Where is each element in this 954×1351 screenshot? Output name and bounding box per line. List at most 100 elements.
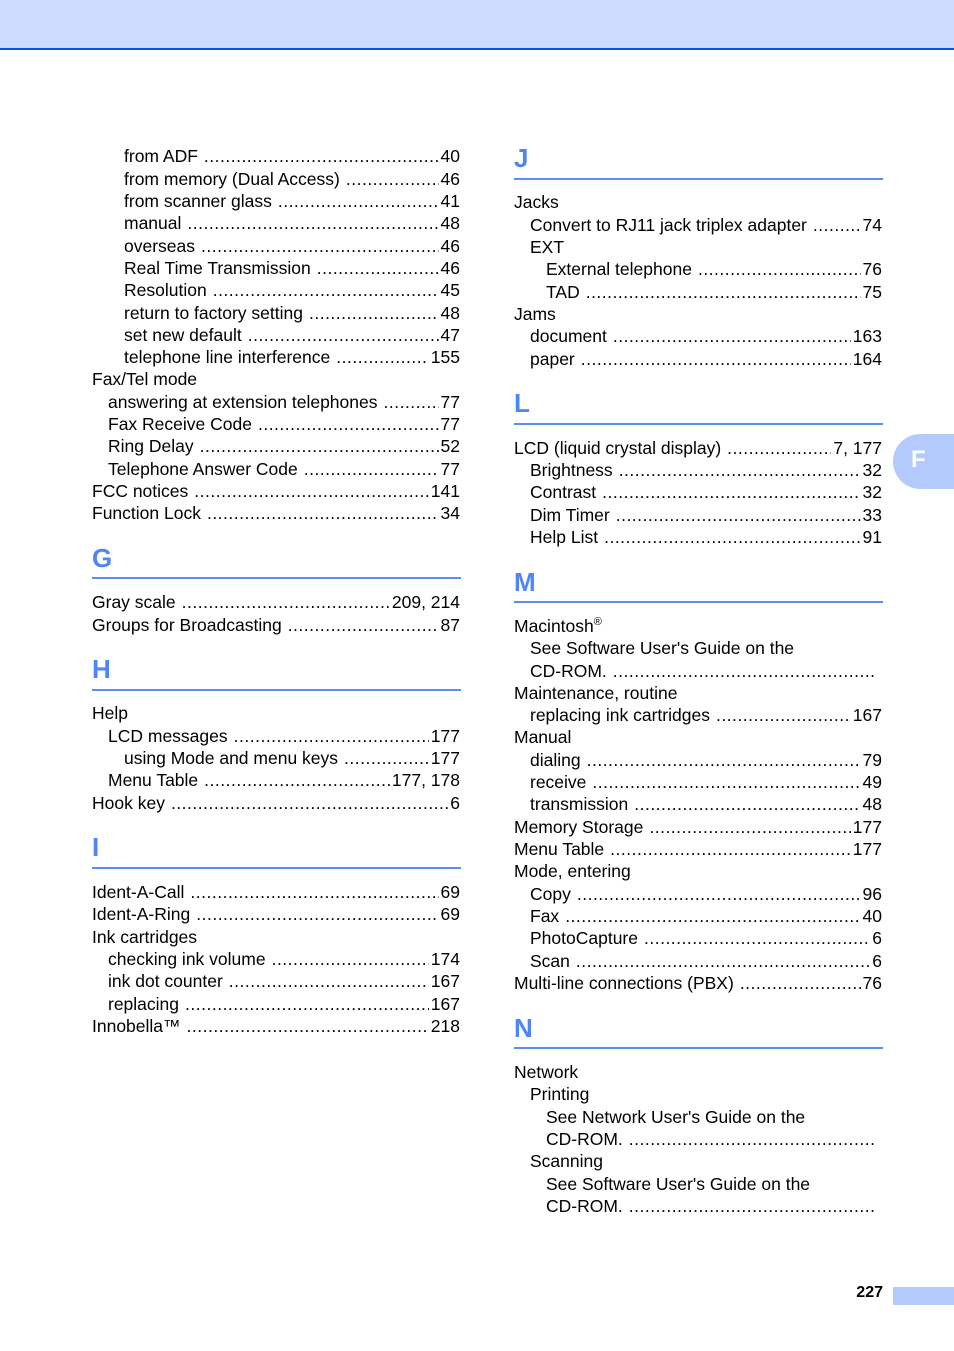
index-entry[interactable]: Ring Delay52 bbox=[92, 435, 460, 457]
index-entry[interactable]: Convert to RJ11 jack triplex adapter74 bbox=[514, 214, 882, 236]
page-ref[interactable]: 77 bbox=[441, 458, 460, 480]
page-ref[interactable]: 167 bbox=[431, 970, 460, 992]
index-entry[interactable]: Menu Table177, 178 bbox=[92, 769, 460, 791]
page-ref[interactable]: 45 bbox=[441, 279, 460, 301]
page-ref[interactable]: 46 bbox=[441, 168, 460, 190]
index-entry[interactable]: manual48 bbox=[92, 212, 460, 234]
page-ref[interactable]: 76 bbox=[863, 258, 882, 280]
index-entry[interactable]: Memory Storage177 bbox=[514, 816, 882, 838]
index-entry[interactable]: Real Time Transmission46 bbox=[92, 257, 460, 279]
index-entry[interactable]: Contrast32 bbox=[514, 481, 882, 503]
page-ref[interactable]: 69 bbox=[441, 903, 460, 925]
index-entry[interactable]: Resolution45 bbox=[92, 279, 460, 301]
index-entry[interactable]: replacing ink cartridges167 bbox=[514, 704, 882, 726]
page-ref[interactable]: 40 bbox=[863, 905, 882, 927]
index-entry[interactable]: Ident-A-Ring69 bbox=[92, 903, 460, 925]
page-ref[interactable]: 87 bbox=[441, 614, 460, 636]
index-entry[interactable]: Ident-A-Call69 bbox=[92, 881, 460, 903]
index-entry[interactable]: from memory (Dual Access)46 bbox=[92, 168, 460, 190]
index-entry[interactable]: FCC notices141 bbox=[92, 480, 460, 502]
index-entry[interactable]: from ADF40 bbox=[92, 145, 460, 167]
page-ref[interactable]: 75 bbox=[863, 281, 882, 303]
page-ref[interactable]: 47 bbox=[441, 324, 460, 346]
page-ref[interactable]: 49 bbox=[863, 771, 882, 793]
page-ref[interactable]: 48 bbox=[441, 212, 460, 234]
index-entry[interactable]: CD-ROM. bbox=[514, 660, 876, 682]
index-entry[interactable]: dialing79 bbox=[514, 749, 882, 771]
page-ref[interactable]: 155 bbox=[431, 346, 460, 368]
page-ref[interactable]: 33 bbox=[863, 504, 882, 526]
page-ref[interactable]: 163 bbox=[853, 325, 882, 347]
page-ref[interactable]: 46 bbox=[441, 257, 460, 279]
index-entry[interactable]: Groups for Broadcasting87 bbox=[92, 614, 460, 636]
index-entry[interactable]: Help List91 bbox=[514, 526, 882, 548]
index-entry[interactable]: CD-ROM. bbox=[514, 1128, 876, 1150]
index-entry[interactable]: Brightness32 bbox=[514, 459, 882, 481]
index-entry[interactable]: Gray scale209, 214 bbox=[92, 591, 460, 613]
page-ref[interactable]: 48 bbox=[863, 793, 882, 815]
page-ref[interactable]: 69 bbox=[441, 881, 460, 903]
page-ref[interactable]: 6 bbox=[872, 950, 882, 972]
index-entry[interactable]: Telephone Answer Code77 bbox=[92, 458, 460, 480]
page-ref[interactable]: 141 bbox=[431, 480, 460, 502]
index-entry[interactable]: checking ink volume174 bbox=[92, 948, 460, 970]
page-ref[interactable]: 177 bbox=[431, 725, 460, 747]
page-ref[interactable]: 48 bbox=[441, 302, 460, 324]
page-ref[interactable]: 167 bbox=[431, 993, 460, 1015]
page-ref[interactable]: 177 bbox=[431, 747, 460, 769]
index-entry[interactable]: Copy96 bbox=[514, 883, 882, 905]
page-ref[interactable]: 79 bbox=[863, 749, 882, 771]
index-entry[interactable]: overseas46 bbox=[92, 235, 460, 257]
index-entry[interactable]: CD-ROM. bbox=[514, 1195, 876, 1217]
page-ref[interactable]: 77 bbox=[441, 413, 460, 435]
index-entry[interactable]: document163 bbox=[514, 325, 882, 347]
page-ref[interactable]: 76 bbox=[863, 972, 882, 994]
index-entry[interactable]: Menu Table177 bbox=[514, 838, 882, 860]
page-ref[interactable]: 91 bbox=[863, 526, 882, 548]
page-ref[interactable]: 6 bbox=[872, 927, 882, 949]
index-entry[interactable]: Innobella™218 bbox=[92, 1015, 460, 1037]
index-entry[interactable]: set new default47 bbox=[92, 324, 460, 346]
page-ref[interactable]: 6 bbox=[450, 792, 460, 814]
page-ref[interactable]: 177, 178 bbox=[392, 769, 460, 791]
index-entry[interactable]: External telephone76 bbox=[514, 258, 882, 280]
page-ref[interactable]: 52 bbox=[441, 435, 460, 457]
index-entry[interactable]: answering at extension telephones77 bbox=[92, 391, 460, 413]
index-entry[interactable]: Fax Receive Code77 bbox=[92, 413, 460, 435]
page-ref[interactable]: 209, 214 bbox=[392, 591, 460, 613]
page-ref[interactable]: 174 bbox=[431, 948, 460, 970]
index-entry[interactable]: ink dot counter167 bbox=[92, 970, 460, 992]
page-ref[interactable]: 41 bbox=[441, 190, 460, 212]
index-entry[interactable]: Scan6 bbox=[514, 950, 882, 972]
page-ref[interactable]: 96 bbox=[863, 883, 882, 905]
page-ref[interactable]: 32 bbox=[863, 459, 882, 481]
page-ref[interactable]: 177 bbox=[853, 838, 882, 860]
page-ref[interactable]: 167 bbox=[853, 704, 882, 726]
page-ref[interactable]: 74 bbox=[863, 214, 882, 236]
page-ref[interactable]: 218 bbox=[431, 1015, 460, 1037]
page-ref[interactable]: 77 bbox=[441, 391, 460, 413]
index-entry[interactable]: from scanner glass41 bbox=[92, 190, 460, 212]
chapter-tab[interactable]: F bbox=[893, 434, 954, 489]
page-ref[interactable]: 164 bbox=[853, 348, 882, 370]
page-ref[interactable]: 177 bbox=[853, 816, 882, 838]
page-ref[interactable]: 40 bbox=[441, 145, 460, 167]
index-entry[interactable]: return to factory setting48 bbox=[92, 302, 460, 324]
index-entry[interactable]: telephone line interference155 bbox=[92, 346, 460, 368]
index-entry[interactable]: transmission48 bbox=[514, 793, 882, 815]
index-entry[interactable]: Hook key6 bbox=[92, 792, 460, 814]
page-ref[interactable]: 34 bbox=[441, 502, 460, 524]
index-entry[interactable]: receive49 bbox=[514, 771, 882, 793]
index-entry[interactable]: using Mode and menu keys177 bbox=[92, 747, 460, 769]
index-entry[interactable]: replacing167 bbox=[92, 993, 460, 1015]
index-entry[interactable]: Fax40 bbox=[514, 905, 882, 927]
index-entry[interactable]: TAD75 bbox=[514, 281, 882, 303]
index-entry[interactable]: PhotoCapture6 bbox=[514, 927, 882, 949]
index-entry[interactable]: Multi-line connections (PBX)76 bbox=[514, 972, 882, 994]
page-ref[interactable]: 32 bbox=[863, 481, 882, 503]
page-ref[interactable]: 46 bbox=[441, 235, 460, 257]
page-ref[interactable]: 7, 177 bbox=[833, 437, 882, 459]
index-entry[interactable]: LCD (liquid crystal display)7, 177 bbox=[514, 437, 882, 459]
index-entry[interactable]: Function Lock34 bbox=[92, 502, 460, 524]
index-entry[interactable]: LCD messages177 bbox=[92, 725, 460, 747]
